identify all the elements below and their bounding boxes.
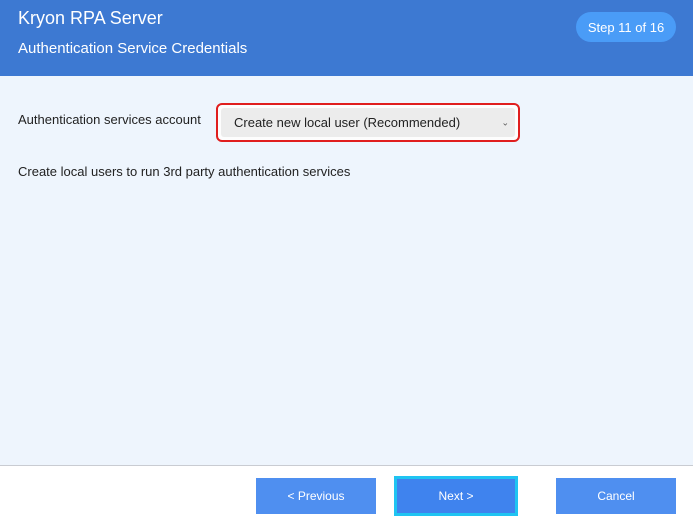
- account-select-box[interactable]: Create new local user (Recommended) ⌄: [221, 108, 515, 137]
- account-select[interactable]: Create new local user (Recommended) ⌄: [216, 103, 520, 142]
- page-title: Authentication Service Credentials: [18, 40, 248, 57]
- previous-button[interactable]: < Previous: [256, 478, 376, 514]
- account-description: Create local users to run 3rd party auth…: [18, 164, 351, 179]
- chevron-down-icon: ⌄: [501, 117, 509, 127]
- wizard-header: Kryon RPA Server Authentication Service …: [0, 0, 693, 76]
- account-select-value: Create new local user (Recommended): [234, 115, 461, 130]
- step-indicator-badge: Step 11 of 16: [576, 12, 676, 42]
- app-title: Kryon RPA Server: [18, 8, 163, 28]
- wizard-footer: < Previous Next > Cancel: [0, 466, 693, 522]
- wizard-content: Authentication services account Create n…: [0, 76, 693, 465]
- account-label: Authentication services account: [18, 112, 201, 127]
- cancel-button[interactable]: Cancel: [556, 478, 676, 514]
- next-button[interactable]: Next >: [394, 476, 518, 516]
